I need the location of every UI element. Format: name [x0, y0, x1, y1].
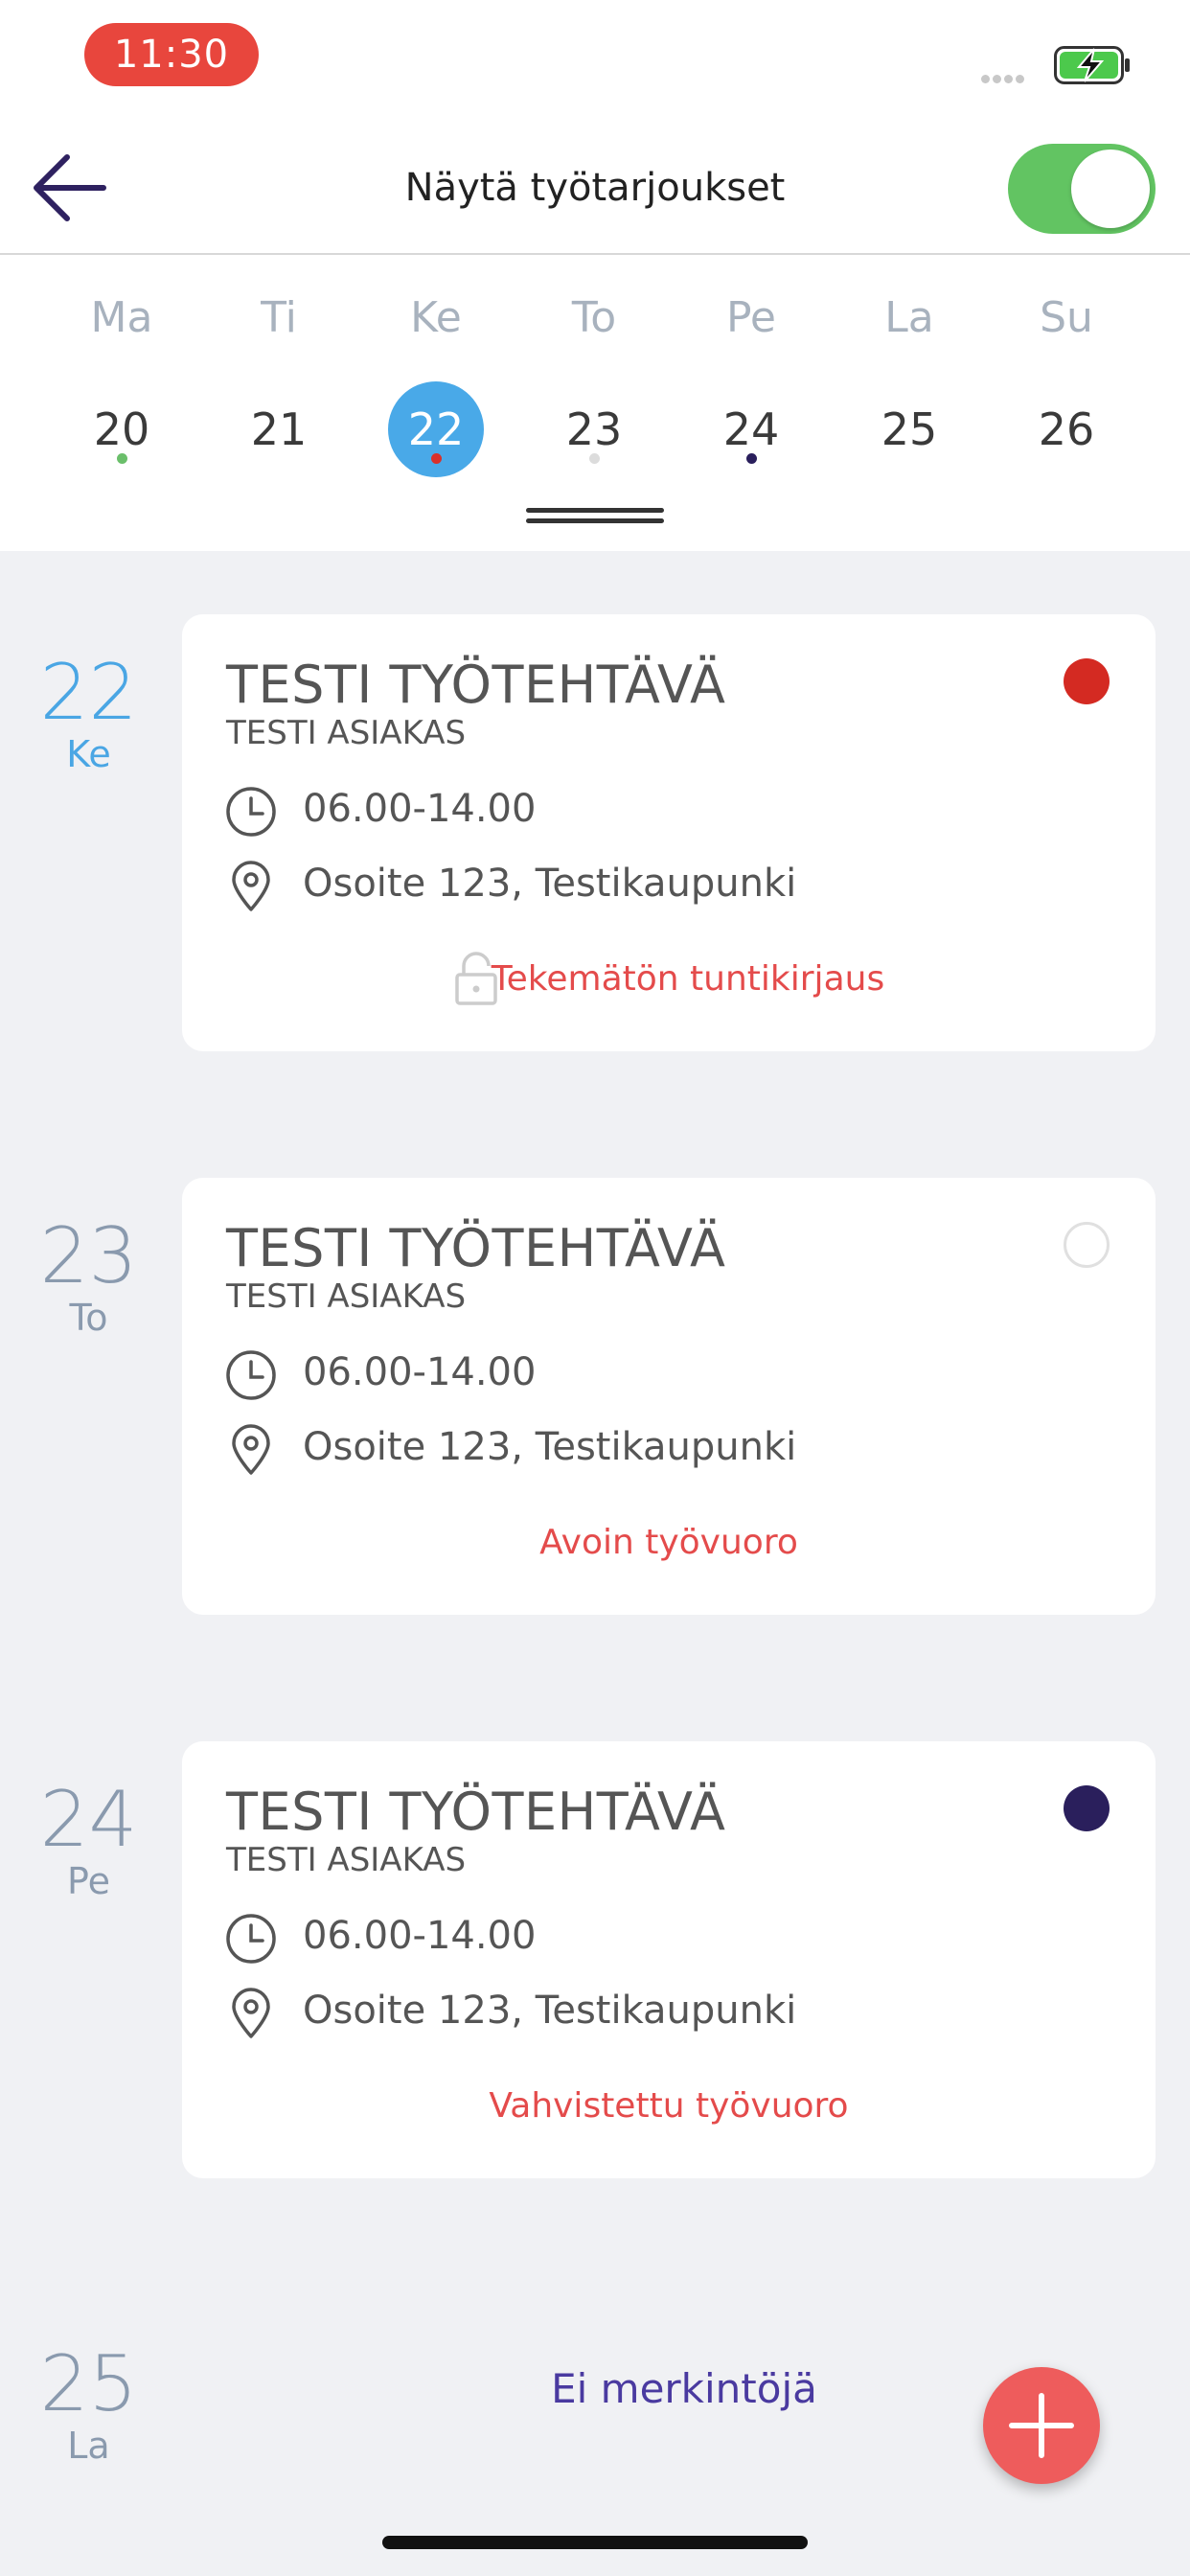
- drag-handle[interactable]: [526, 508, 664, 523]
- top-panel: 11:30 Näytä työtarjoukset Ma 20 Ti 21 Ke 22 To…: [0, 0, 1190, 551]
- job-title: TESTI TYÖTEHTÄVÄ: [226, 1782, 726, 1842]
- location-pin-icon: [224, 1987, 278, 2040]
- clock-icon: [224, 1348, 278, 1402]
- location-pin-icon: [224, 860, 278, 913]
- show-offers-toggle[interactable]: [1008, 144, 1156, 234]
- clock-icon: [224, 1912, 278, 1966]
- calendar-day[interactable]: 25: [861, 381, 957, 477]
- day-marker-dot: [588, 453, 600, 464]
- shift-time: 06.00-14.00: [303, 787, 537, 831]
- toggle-knob: [1071, 150, 1150, 228]
- date-column: 24 Pe: [19, 1775, 158, 1903]
- customer-name: TESTI ASIAKAS: [226, 1841, 467, 1879]
- battery-icon: [1054, 46, 1130, 84]
- signal-icon: [981, 69, 1027, 87]
- date-column: 23 To: [19, 1211, 158, 1340]
- status-dot: [1064, 1785, 1110, 1831]
- job-title: TESTI TYÖTEHTÄVÄ: [226, 655, 726, 715]
- shift-card[interactable]: TESTI TYÖTEHTÄVÄ TESTI ASIAKAS 06.00-14.00…: [182, 1178, 1156, 1615]
- date-column: 22 Ke: [19, 648, 158, 776]
- plus-icon: [1009, 2393, 1074, 2458]
- clock-icon: [224, 785, 278, 839]
- add-button[interactable]: [983, 2367, 1100, 2484]
- status-dot: [1064, 1222, 1110, 1268]
- header-divider: [0, 253, 1190, 255]
- weekday-label: To: [571, 293, 617, 342]
- calendar-day[interactable]: 26: [1018, 381, 1114, 477]
- shift-card[interactable]: TESTI TYÖTEHTÄVÄ TESTI ASIAKAS 06.00-14.00…: [182, 1741, 1156, 2178]
- weekday-label: Su: [1040, 293, 1093, 342]
- shift-status: Avoin työvuoro: [539, 1523, 798, 1562]
- date-number: 22: [39, 648, 138, 737]
- weekday-label: Ke: [410, 293, 462, 342]
- shift-card[interactable]: TESTI TYÖTEHTÄVÄ TESTI ASIAKAS 06.00-14.00…: [182, 614, 1156, 1051]
- day-marker-dot: [430, 453, 442, 464]
- date-weekday: Pe: [67, 1860, 110, 1902]
- weekday-label: Ti: [261, 293, 297, 342]
- shift-time: 06.00-14.00: [303, 1350, 537, 1394]
- weekday-label: Ma: [90, 293, 153, 342]
- shift-status: Vahvistettu työvuoro: [489, 2086, 849, 2126]
- date-weekday: Ke: [66, 733, 111, 775]
- status-time: 11:30: [84, 23, 259, 86]
- shift-address: Osoite 123, Testikaupunki: [303, 1425, 797, 1469]
- date-number: 24: [39, 1775, 138, 1864]
- day-marker-dot: [745, 453, 757, 464]
- date-weekday: To: [69, 1297, 108, 1339]
- shift-address: Osoite 123, Testikaupunki: [303, 862, 797, 906]
- customer-name: TESTI ASIAKAS: [226, 1277, 467, 1316]
- date-number: 23: [39, 1211, 138, 1300]
- weekday-label: La: [884, 293, 934, 342]
- calendar-day[interactable]: 21: [231, 381, 327, 477]
- location-pin-icon: [224, 1423, 278, 1477]
- day-marker-dot: [116, 453, 127, 464]
- status-dot: [1064, 658, 1110, 704]
- shift-time: 06.00-14.00: [303, 1914, 537, 1958]
- job-title: TESTI TYÖTEHTÄVÄ: [226, 1218, 726, 1278]
- date-weekday: La: [67, 2425, 110, 2467]
- customer-name: TESTI ASIAKAS: [226, 714, 467, 752]
- shift-status: Tekemätön tuntikirjaus: [491, 959, 885, 999]
- shift-address: Osoite 123, Testikaupunki: [303, 1989, 797, 2033]
- weekday-label: Pe: [725, 293, 777, 342]
- home-indicator[interactable]: [382, 2536, 808, 2549]
